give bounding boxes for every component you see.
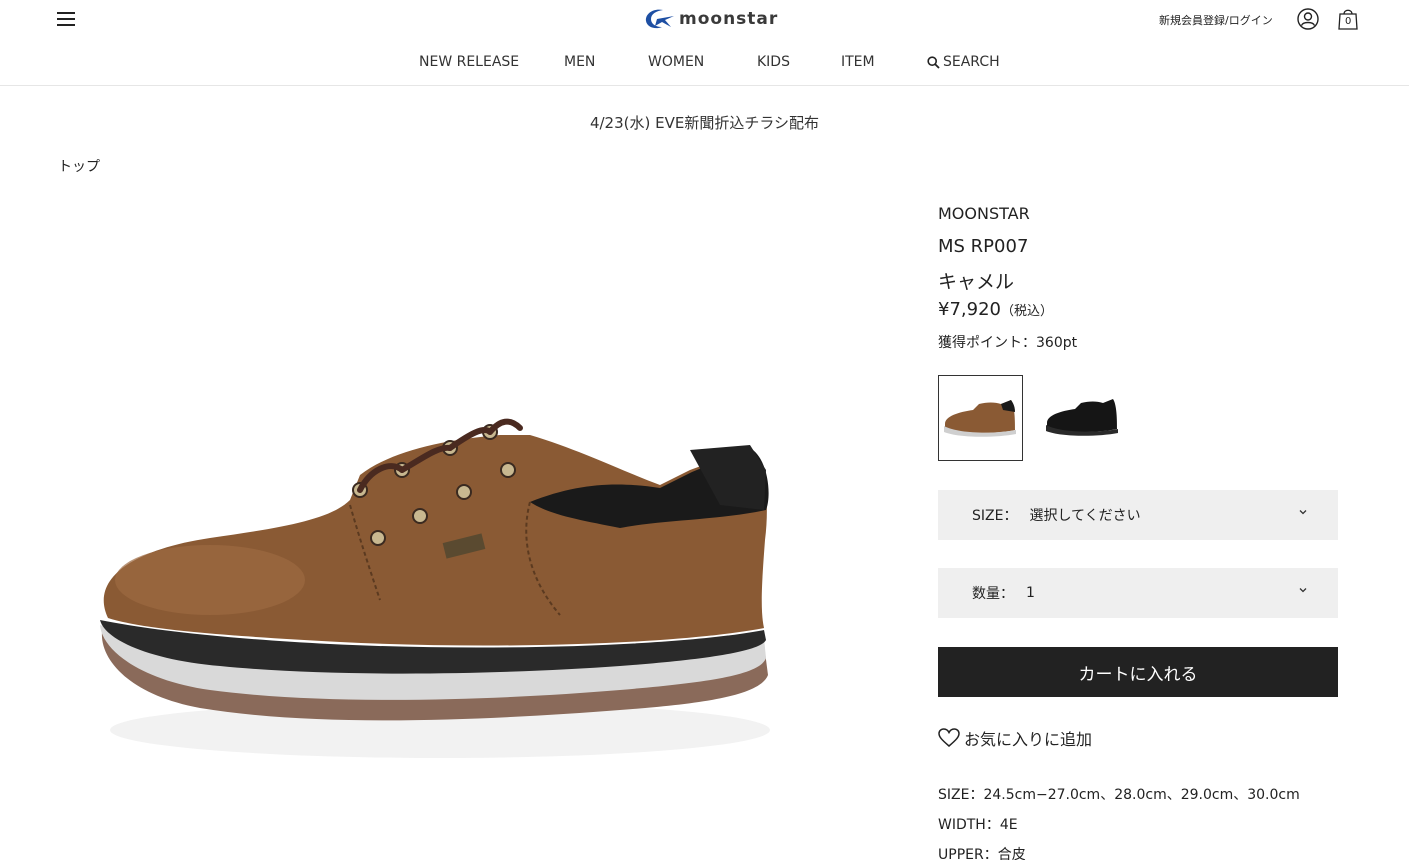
size-select[interactable]: SIZE： 選択してください [938, 490, 1338, 540]
nav-new-release[interactable]: NEW RELEASE [419, 54, 519, 70]
product-price: ¥7,920（税込） [938, 299, 1053, 320]
cart-count: 0 [1345, 16, 1352, 27]
spec-width: WIDTH：4E [938, 817, 1018, 833]
heart-icon [938, 728, 960, 747]
size-label: SIZE： [972, 508, 1018, 524]
search-label: SEARCH [943, 54, 1000, 70]
site-header: moonstar 新規会員登録/ログイン 0 NEW RELEASE MEN W… [0, 0, 1409, 86]
logo-text: moonstar [679, 9, 779, 29]
size-value: 選択してください [1029, 508, 1141, 524]
nav-item[interactable]: ITEM [841, 54, 875, 70]
favorite-label: お気に入りに追加 [964, 730, 1093, 749]
nav-search[interactable]: SEARCH [927, 54, 1000, 70]
moonstar-logo-icon [645, 9, 674, 29]
moonstar-logo[interactable]: moonstar [643, 7, 778, 31]
swatch-camel[interactable] [938, 375, 1023, 461]
spec-size: SIZE：24.5cm−27.0cm、28.0cm、29.0cm、30.0cm [938, 787, 1300, 803]
product-color: キャメル [938, 271, 1015, 293]
notice-banner[interactable]: 4/23(水) EVE新聞折込チラシ配布 [0, 112, 1409, 133]
quantity-value: 1 [1026, 585, 1035, 601]
chevron-down-icon [1299, 588, 1307, 593]
swatch-black[interactable] [1041, 375, 1126, 461]
product-points: 獲得ポイント：360pt [938, 335, 1078, 351]
quantity-label: 数量： [972, 586, 1014, 602]
product-model: MS RP007 [938, 236, 1029, 257]
nav-men[interactable]: MEN [564, 54, 595, 70]
search-icon [927, 55, 940, 69]
login-link[interactable]: 新規会員登録/ログイン [1159, 12, 1273, 28]
price-value: ¥7,920 [938, 299, 1001, 320]
menu-icon[interactable] [57, 11, 75, 27]
nav-women[interactable]: WOMEN [648, 54, 704, 70]
cart-icon[interactable]: 0 [1337, 7, 1359, 31]
add-favorite-button[interactable]: お気に入りに追加 [938, 726, 1092, 750]
product-image[interactable] [60, 220, 810, 820]
product-brand: MOONSTAR [938, 204, 1030, 223]
quantity-select[interactable]: 数量： 1 [938, 568, 1338, 618]
user-icon[interactable] [1297, 8, 1319, 30]
main-nav: NEW RELEASE MEN WOMEN KIDS ITEM SEARCH [0, 54, 1409, 74]
tax-label: （税込） [1000, 304, 1053, 319]
breadcrumb-top[interactable]: トップ [58, 156, 100, 176]
add-to-cart-button[interactable]: カートに入れる [938, 647, 1338, 697]
chevron-down-icon [1299, 510, 1307, 515]
nav-kids[interactable]: KIDS [757, 54, 790, 70]
spec-upper: UPPER：合皮 [938, 847, 1026, 860]
